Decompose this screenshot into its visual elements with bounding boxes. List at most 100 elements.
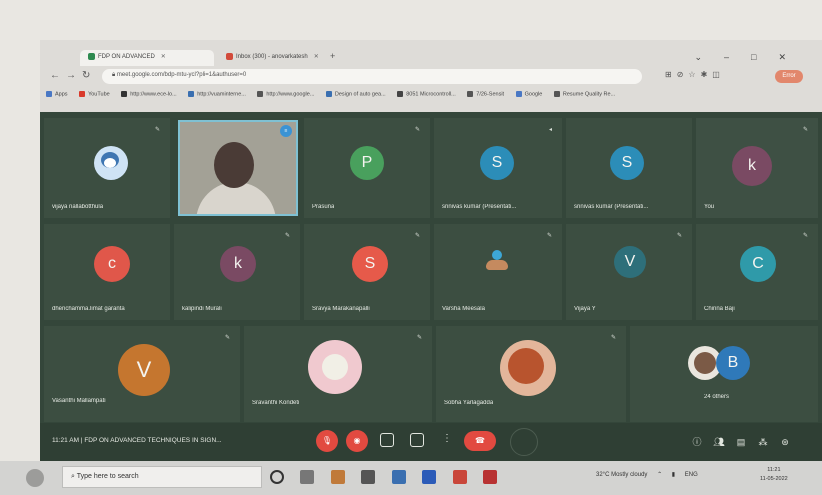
participant-tile[interactable]: S srinivas kumar (Presentati... bbox=[566, 118, 692, 218]
participant-tile[interactable]: ✎ Varsha Meesala bbox=[434, 224, 562, 320]
tray-chevron-icon[interactable]: ⌃ bbox=[657, 472, 662, 478]
mic-off-icon: ✎ bbox=[414, 233, 420, 239]
meeting-info: 11:21 AM | FDP ON ADVANCED TECHNIQUES IN… bbox=[52, 437, 222, 444]
chat-icon[interactable]: ▤ bbox=[730, 437, 752, 448]
store-icon[interactable] bbox=[361, 469, 376, 484]
participant-tile[interactable]: V ✎ Vijaya Y bbox=[566, 224, 692, 320]
bookmark-item[interactable]: http://vuaminterne... bbox=[188, 91, 246, 97]
bookmark-item[interactable]: 7/26-Sensit bbox=[467, 91, 504, 97]
bookmark-label: http://www.ece-lo... bbox=[130, 91, 177, 98]
mic-off-icon: ✎ bbox=[546, 233, 552, 239]
bookmark-item[interactable]: http://www.google... bbox=[257, 91, 314, 97]
bookmark-label: 7/26-Sensit bbox=[476, 91, 505, 98]
app-icon[interactable] bbox=[483, 469, 498, 484]
mic-toggle-button[interactable]: 🎙︎ bbox=[316, 430, 338, 452]
profile-button[interactable]: Error bbox=[775, 70, 803, 83]
new-tab-icon[interactable]: + bbox=[330, 51, 335, 61]
bookmark-label: Google bbox=[524, 91, 543, 98]
side-panel-buttons: ⓘ 👥︎ ▤ ⁂ ⊛ bbox=[686, 435, 796, 448]
participant-name: Varsha Meesala bbox=[442, 306, 485, 312]
close-icon[interactable]: ✕ bbox=[314, 54, 319, 60]
toolbar-icons[interactable]: ⊞⊘☆✱◫ bbox=[665, 70, 725, 79]
app-icon[interactable] bbox=[330, 469, 345, 484]
youtube-icon bbox=[79, 91, 86, 97]
avatar: C bbox=[740, 246, 776, 282]
address-bar-row: ←→↻ 🔒︎ meet.google.com/bdp-mtu-ycl?pli=1… bbox=[40, 67, 822, 87]
present-button[interactable] bbox=[410, 433, 424, 447]
system-clock[interactable]: 11:21 11-05-2022 bbox=[760, 466, 788, 484]
people-icon[interactable]: 👥︎ bbox=[708, 437, 730, 448]
participant-video-tile[interactable]: ≡ bbox=[178, 120, 298, 216]
file-explorer-icon[interactable] bbox=[391, 469, 406, 484]
avatar: k bbox=[732, 146, 772, 186]
bookmark-item[interactable]: Resume Quality Re... bbox=[553, 91, 615, 97]
participant-tile[interactable]: c dhenchamma.limat garanta bbox=[44, 224, 170, 320]
host-controls-icon[interactable]: ⊛ bbox=[774, 437, 796, 448]
apps-icon bbox=[46, 91, 52, 97]
start-button[interactable] bbox=[26, 469, 44, 487]
participant-tile[interactable]: ✎ Sravanthi Kondeti bbox=[244, 326, 432, 422]
bookmark-item[interactable]: Google bbox=[515, 91, 543, 98]
participant-tile[interactable]: P ✎ Prasuna bbox=[304, 118, 430, 218]
avatar: S bbox=[352, 246, 388, 282]
taskbar: ⌕ Type here to search 32°C Mostly cloudy… bbox=[0, 461, 822, 495]
mic-off-icon: ✎ bbox=[414, 127, 420, 133]
tab-gmail-label: Inbox (300) - anovarkatesh bbox=[236, 54, 308, 61]
avatar: c bbox=[94, 246, 130, 282]
window-controls[interactable]: ⌄–□✕ bbox=[694, 52, 808, 63]
participant-name: Sravya Marakanapalli bbox=[312, 306, 370, 312]
participant-name: dhenchamma.limat garanta bbox=[52, 306, 125, 312]
presenting-icon: ◂ bbox=[548, 127, 552, 133]
bookmark-item[interactable]: Apps bbox=[46, 91, 68, 97]
captions-button[interactable] bbox=[380, 433, 394, 447]
meeting-grid: ✎ vijaya nallabotthula ≡ P ✎ Prasuna S ◂… bbox=[40, 112, 822, 467]
bookmark-label: YouTube bbox=[88, 91, 110, 98]
participant-name: vijaya nallabotthula bbox=[52, 204, 104, 210]
tab-gmail[interactable]: Inbox (300) - anovarkatesh ✕ bbox=[218, 50, 326, 66]
cortana-icon[interactable] bbox=[270, 469, 284, 484]
bookmark-item[interactable]: YouTube bbox=[79, 91, 110, 97]
taskbar-search-input[interactable]: ⌕ Type here to search bbox=[62, 466, 262, 488]
close-icon[interactable]: ✕ bbox=[161, 54, 166, 60]
navigation-icons[interactable]: ←→↻ bbox=[50, 70, 96, 81]
weather-widget[interactable]: 32°C Mostly cloudy bbox=[596, 472, 647, 478]
url-text: meet.google.com/bdp-mtu-ycl?pli=1&authus… bbox=[116, 72, 247, 78]
bookmark-item[interactable]: Design of auto gea... bbox=[325, 91, 386, 97]
participant-tile[interactable]: S ✎ Sravya Marakanapalli bbox=[304, 224, 430, 320]
participant-name: Chinna Baji bbox=[704, 306, 735, 312]
url-input[interactable]: 🔒︎ meet.google.com/bdp-mtu-ycl?pli=1&aut… bbox=[102, 69, 642, 84]
others-tile[interactable]: B 24 others bbox=[630, 326, 818, 422]
bookmark-item[interactable]: http://www.ece-lo... bbox=[121, 91, 177, 98]
avatar: V bbox=[614, 246, 646, 278]
info-icon[interactable]: ⓘ bbox=[686, 435, 708, 448]
gmail-icon bbox=[226, 53, 233, 60]
bookmark-item[interactable]: 8051 Microcontroll... bbox=[397, 91, 456, 97]
battery-icon[interactable]: ▮ bbox=[672, 472, 675, 478]
clock-time: 11:21 bbox=[767, 467, 781, 473]
mic-off-icon: ✎ bbox=[676, 233, 682, 239]
more-options-icon[interactable]: ⋮ bbox=[442, 433, 452, 444]
participant-tile[interactable]: k ✎ kalipindi Murali bbox=[174, 224, 300, 320]
bookmark-icon bbox=[188, 91, 195, 97]
participant-tile[interactable]: S ◂ srinivas kumar (Presentati... bbox=[434, 118, 562, 218]
participant-tile[interactable]: ✎ vijaya nallabotthula bbox=[44, 118, 170, 218]
avatar bbox=[500, 340, 556, 396]
participant-tile[interactable]: ✎ Sobha Yarlagadda bbox=[436, 326, 626, 422]
participant-tile-self[interactable]: k ✎ You bbox=[696, 118, 818, 218]
phone-hangup-icon: ☎︎ bbox=[475, 436, 485, 445]
participant-tile[interactable]: C ✎ Chinna Baji bbox=[696, 224, 818, 320]
word-icon[interactable] bbox=[422, 469, 437, 484]
mic-off-icon: ✎ bbox=[224, 335, 230, 341]
clock-date: 11-05-2022 bbox=[760, 476, 788, 482]
system-tray: 32°C Mostly cloudy ⌃ ▮ ENG bbox=[596, 471, 706, 478]
task-view-icon[interactable] bbox=[300, 469, 315, 484]
participant-name: srinivas kumar (Presentati... bbox=[574, 204, 649, 210]
camera-toggle-button[interactable]: ◉ bbox=[346, 430, 368, 452]
activities-icon[interactable]: ⁂ bbox=[752, 437, 774, 448]
chrome-icon[interactable] bbox=[452, 469, 467, 484]
avatar: V bbox=[118, 344, 170, 396]
leave-call-button[interactable]: ☎︎ bbox=[464, 431, 496, 451]
participant-tile[interactable]: V ✎ Vasanthi Mallampati bbox=[44, 326, 240, 422]
tab-meet[interactable]: FDP ON ADVANCED ✕ bbox=[80, 50, 214, 66]
language-indicator[interactable]: ENG bbox=[685, 472, 698, 478]
